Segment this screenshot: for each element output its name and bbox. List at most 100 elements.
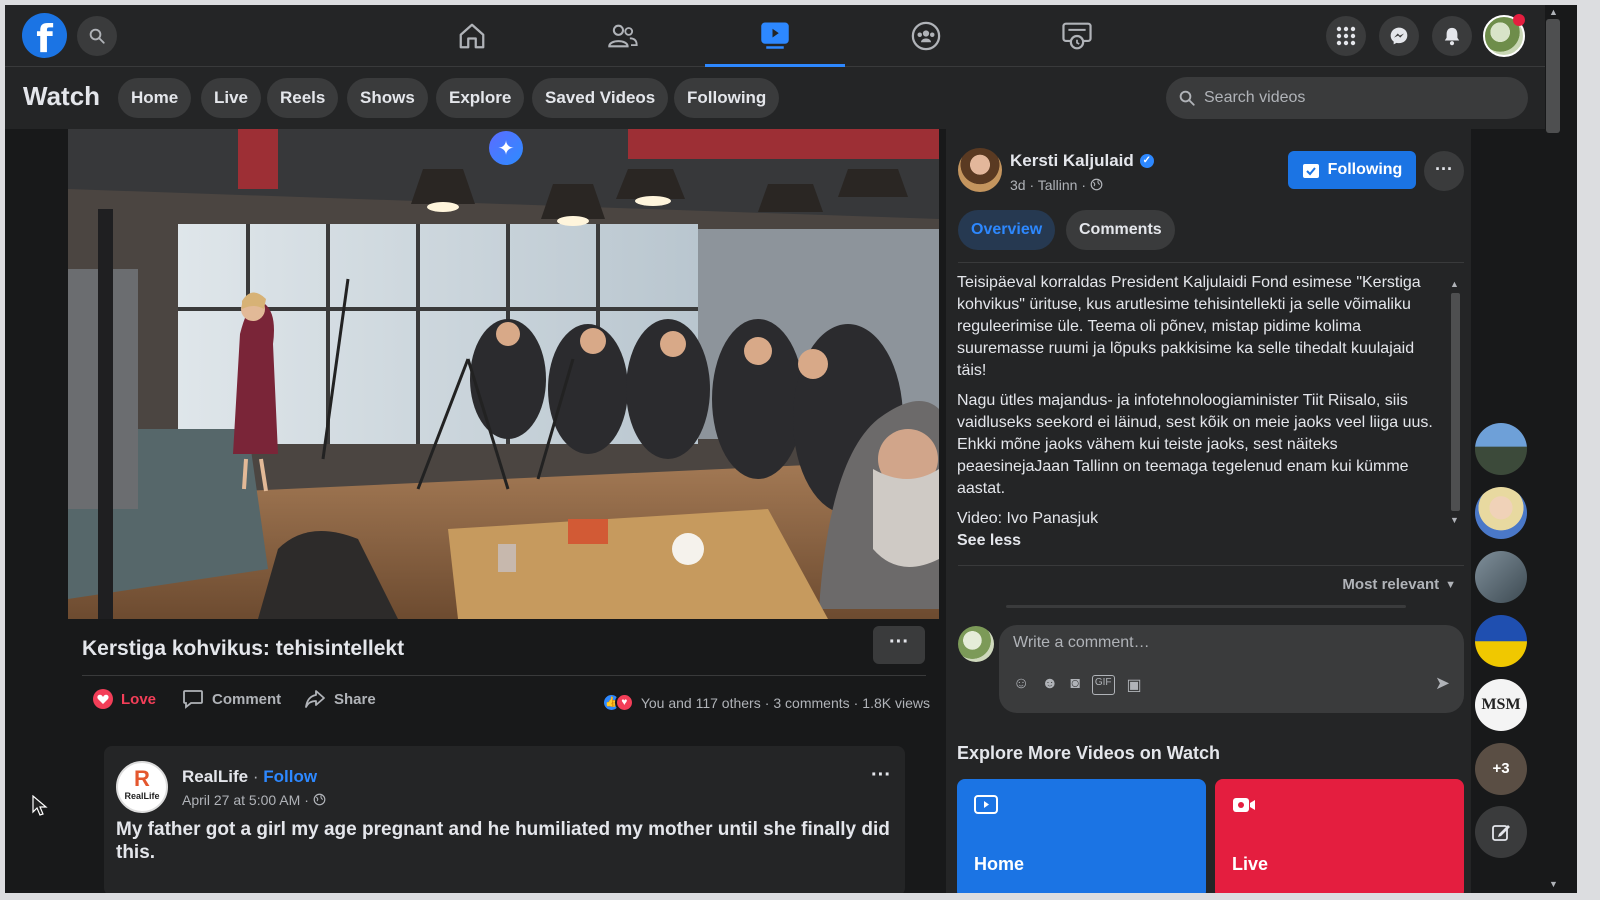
reactions-count[interactable]: You and 117 others [641, 695, 761, 711]
page-scroll-thumb[interactable] [1546, 19, 1560, 133]
share-button[interactable]: Share [304, 689, 376, 709]
post-header: RealLife · Follow [182, 767, 318, 786]
video-stats: 👍 ♥ You and 117 others · 3 comments · 1.… [601, 693, 930, 712]
contact-avatar[interactable] [1475, 487, 1527, 539]
pill-shows[interactable]: Shows [347, 78, 428, 118]
comment-button[interactable]: Comment [182, 689, 281, 709]
contact-avatar[interactable] [1475, 615, 1527, 667]
commenter-avatar[interactable] [958, 626, 994, 662]
video-more-button[interactable]: ··· [873, 626, 925, 664]
scroll-up-icon[interactable]: ▲ [1549, 7, 1558, 17]
nav-tab-friends[interactable] [553, 5, 693, 67]
post-more-button[interactable]: ··· [871, 764, 891, 787]
globe-icon [1090, 178, 1103, 191]
video-details-panel: Kersti Kaljulaid ✓ 3d · Tallinn · Follow… [946, 129, 1471, 893]
description-paragraph: Nagu ütles majandus- ja infotehnoloogiam… [957, 392, 1433, 497]
author-meta: 3d · Tallinn · [1010, 177, 1103, 193]
notifications-icon[interactable] [1432, 16, 1472, 56]
friends-icon [608, 24, 638, 48]
avatar-text: RealLife [124, 791, 160, 801]
love-label: Love [121, 690, 157, 708]
home-icon [459, 23, 485, 49]
nav-tab-gaming[interactable] [1007, 5, 1147, 67]
new-message-button[interactable] [1475, 806, 1527, 858]
reaction-icons[interactable]: 👍 ♥ [601, 693, 634, 712]
follow-link[interactable]: Follow [263, 767, 317, 786]
explore-tile-home[interactable]: Home [957, 779, 1206, 893]
tab-overview[interactable]: Overview [958, 210, 1056, 250]
comments-count[interactable]: 3 comments [773, 695, 849, 711]
watch-icon [974, 795, 998, 814]
comment-input[interactable] [1013, 634, 1433, 652]
comment-composer[interactable]: ☺ ☻ ◙ GIF ▣ ➤ [999, 625, 1464, 713]
scroll-down-icon[interactable]: ▼ [1549, 879, 1558, 889]
author-avatar[interactable] [958, 148, 1002, 192]
description-paragraph: Teisipäeval korraldas President Kaljulai… [957, 274, 1421, 379]
verified-badge-icon: ✓ [1139, 154, 1154, 168]
feed-post: R RealLife RealLife · Follow April 27 at… [104, 746, 905, 893]
ai-sparkle-icon[interactable]: ✦ [489, 131, 523, 165]
app-window: f Watch Home Live Reels Shows Explore Sa… [5, 5, 1577, 893]
menu-grid-icon[interactable] [1326, 16, 1366, 56]
scroll-down-icon[interactable]: ▼ [1450, 515, 1459, 525]
divider [958, 565, 1464, 566]
tab-comments[interactable]: Comments [1066, 210, 1175, 250]
page-name[interactable]: RealLife [182, 767, 248, 786]
page-avatar[interactable]: R RealLife [116, 761, 168, 813]
love-button[interactable]: Love [93, 689, 156, 709]
mouse-cursor-icon [32, 794, 48, 822]
author-more-button[interactable]: ··· [1424, 151, 1464, 191]
explore-tile-live[interactable]: Live [1215, 779, 1464, 893]
sticker-icon[interactable]: ▣ [1127, 675, 1142, 695]
chevron-down-icon: ▼ [1445, 578, 1456, 591]
more-contacts-badge[interactable]: +3 [1475, 743, 1527, 795]
views-count: 1.8K views [862, 694, 930, 711]
nav-tab-groups[interactable] [856, 5, 996, 67]
divider [958, 262, 1464, 263]
facebook-logo[interactable]: f [22, 13, 67, 58]
author-name[interactable]: Kersti Kaljulaid [1010, 151, 1134, 171]
send-icon[interactable]: ➤ [1435, 673, 1450, 694]
video-player[interactable] [68, 129, 939, 619]
following-button[interactable]: Following [1288, 151, 1416, 189]
see-less-link[interactable]: See less [957, 530, 1441, 552]
emoji-icon[interactable]: ☻ [1041, 675, 1058, 695]
video-search[interactable] [1166, 77, 1528, 119]
love-icon [93, 689, 113, 709]
avatar-sticker-icon[interactable]: ☺ [1013, 675, 1029, 695]
watch-header: Watch Home Live Reels Shows Explore Save… [5, 67, 1545, 129]
pill-following[interactable]: Following [674, 78, 780, 118]
search-icon[interactable] [77, 16, 117, 56]
gaming-icon [1062, 22, 1092, 50]
search-input[interactable] [1204, 89, 1504, 107]
messenger-icon[interactable] [1379, 16, 1419, 56]
comment-preview-bar [1006, 605, 1406, 608]
post-text: My father got a girl my age pregnant and… [116, 819, 890, 863]
groups-icon [911, 21, 941, 51]
page-scrollbar[interactable] [1545, 5, 1577, 893]
pill-explore[interactable]: Explore [436, 78, 525, 118]
live-icon [1233, 798, 1255, 812]
search-icon [1179, 90, 1195, 106]
scroll-up-icon[interactable]: ▲ [1450, 279, 1459, 289]
contact-avatar[interactable]: MSM [1475, 679, 1527, 731]
pill-home[interactable]: Home [118, 78, 192, 118]
description-scrollbar[interactable]: ▲ ▼ [1448, 279, 1462, 527]
pill-live[interactable]: Live [201, 78, 262, 118]
sort-label: Most relevant [1342, 576, 1440, 593]
post-timestamp[interactable]: April 27 at 5:00 AM [182, 792, 300, 808]
description-credit: Video: Ivo Panasjuk [957, 510, 1099, 527]
contact-avatar[interactable] [1475, 423, 1527, 475]
comment-sort-dropdown[interactable]: Most relevant ▼ [1342, 576, 1456, 593]
author-meta-text[interactable]: 3d · Tallinn · [1010, 177, 1086, 193]
watch-icon [761, 22, 789, 49]
scroll-thumb[interactable] [1451, 293, 1460, 511]
gif-icon[interactable]: GIF [1091, 675, 1115, 695]
camera-icon[interactable]: ◙ [1070, 675, 1080, 695]
contact-avatar[interactable] [1475, 551, 1527, 603]
nav-tab-watch[interactable] [705, 5, 845, 67]
love-reaction-icon: ♥ [614, 693, 634, 712]
pill-saved-videos[interactable]: Saved Videos [532, 78, 669, 118]
nav-tab-home[interactable] [402, 5, 542, 67]
pill-reels[interactable]: Reels [267, 78, 339, 118]
